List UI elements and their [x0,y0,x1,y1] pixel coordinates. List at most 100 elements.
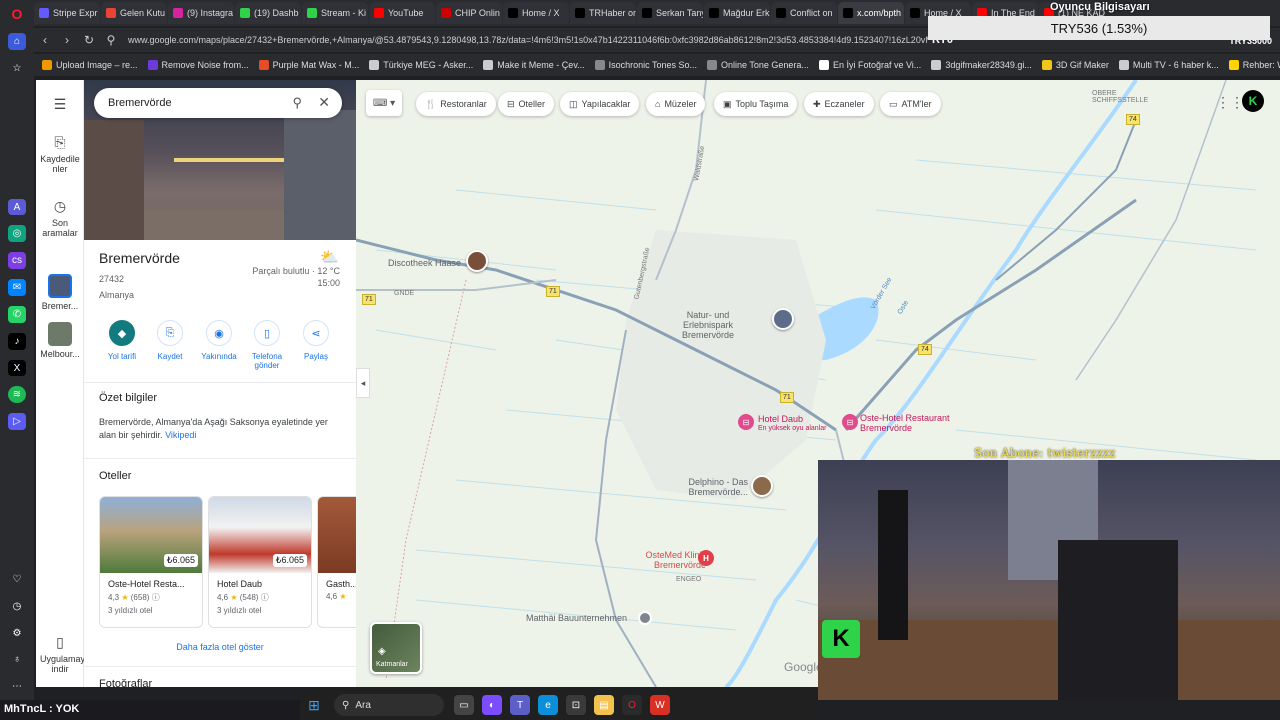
browser-tab[interactable]: Gelen Kutu [101,2,167,24]
windows-start-icon[interactable]: ⊞ [304,695,324,715]
whatsapp-icon[interactable]: ✆ [8,305,26,323]
teams-icon[interactable]: T [510,695,530,715]
bookmark-item[interactable]: Make it Meme - Çev... [483,60,585,70]
home-icon[interactable]: ⌂ [8,32,26,50]
history-icon[interactable]: ◷ [8,598,26,615]
browser-tab[interactable]: (9) Instagra [168,2,234,24]
hotel-card[interactable]: ₺6.065 Hotel Daub 4,6 ★ (548) ⓘ 3 yıldız… [208,496,312,628]
taskbar-search[interactable]: ⚲ Ara [334,694,444,716]
send-to-phone-button[interactable]: ▯ Telefona gönder [242,320,292,370]
bookmark-item[interactable]: 3dgifmaker28349.gi... [931,60,1032,70]
share-button[interactable]: ⋖ Paylaş [291,320,341,361]
hospital-pin-icon[interactable]: H [698,550,714,566]
address-input[interactable]: www.google.com/maps/place/27432+Bremervö… [128,35,928,45]
nearby-button[interactable]: ◉ Yakınında [194,320,244,361]
chip-things-to-do[interactable]: ◫ Yapılacaklar [560,92,640,116]
browser-tab[interactable]: Home / X [503,2,569,24]
bookmark-item[interactable]: Remove Noise from... [147,60,249,70]
label-discotheek[interactable]: Discotheek Haase [388,258,461,268]
chatgpt-icon[interactable]: ◎ [8,225,26,243]
chip-restaurants[interactable]: 🍴 Restoranlar [416,92,496,116]
browser-tab[interactable]: CHIP Onlin [436,2,502,24]
browser-tab[interactable]: Serkan Tany [637,2,703,24]
layers-button[interactable]: ◈ Katmanlar [370,622,422,674]
opera-icon[interactable]: O [622,695,642,715]
x-icon[interactable]: X [8,359,26,377]
opera-logo-icon[interactable]: O [8,6,26,23]
saved-button[interactable]: ⎘ Kaydedilenler [36,134,84,174]
reload-icon[interactable]: ↻ [78,30,100,50]
settings-icon[interactable]: ⚙ [8,625,26,642]
bookmark-item[interactable]: Upload Image – re... [42,60,138,70]
wikipedia-link[interactable]: Vikipedi [165,430,196,440]
label-ostemed-clinic[interactable]: OsteMed Klinik Bremervörde [626,550,706,570]
more-icon[interactable]: ⋯ [8,678,26,695]
search-box[interactable]: Bremervörde ⚲ ✕ [94,88,342,118]
heart-icon[interactable]: ♡ [8,571,26,588]
browser-tab[interactable]: Mağdur Erk [704,2,770,24]
task-view-icon[interactable]: ▭ [454,695,474,715]
forward-icon[interactable]: › [56,30,78,50]
label-oste-hotel[interactable]: Oste-Hotel Restaurant Bremervörde [860,413,956,433]
label-delphino[interactable]: Delphino - Das Bremervörde... [676,477,748,497]
chip-pharmacies[interactable]: ✚ Eczaneler [804,92,874,116]
browser-tab[interactable]: Stripe Expr [34,2,100,24]
player-icon[interactable]: ▷ [8,413,26,431]
hotel-pin-icon[interactable]: ⊟ [738,414,754,430]
spotify-icon[interactable]: ≋ [8,386,26,404]
label-natur-park[interactable]: Natur- und Erlebnispark Bremervörde [668,310,748,340]
bookmark-item[interactable]: En İyi Fotoğraf ve Vi... [818,60,921,70]
tiktok-icon[interactable]: ♪ [8,332,26,350]
hotel-card[interactable]: ₺6.065 Oste-Hotel Resta... 4,3 ★ (658) ⓘ… [99,496,203,628]
cs-icon[interactable]: cs [8,252,26,270]
hotel-pin-icon[interactable]: ⊟ [842,414,858,430]
recent-place-melbourne[interactable]: Melbour... [36,322,84,359]
bookmark-item[interactable]: Türkiye MEG - Asker... [369,60,473,70]
explorer-icon[interactable]: ▤ [594,695,614,715]
store-icon[interactable]: ⊡ [566,695,586,715]
more-hotels-link[interactable]: Daha fazla otel göster [84,642,356,652]
bookmark-item[interactable]: Isochronic Tones So... [594,60,697,70]
photo-pin[interactable] [751,475,773,497]
menu-icon[interactable]: ☰ [36,96,84,116]
chip-atms[interactable]: ▭ ATM'ler [880,92,941,116]
back-icon[interactable]: ‹ [34,30,56,50]
recent-button[interactable]: ◷ Son aramalar [36,198,84,238]
browser-tab[interactable]: Stream - Ki [302,2,368,24]
account-avatar[interactable]: K [1242,90,1264,112]
star-icon[interactable]: ☆ [8,60,26,77]
browser-tab[interactable]: Conflict on [771,2,837,24]
label-matthai[interactable]: Matthäi Bauunternehmen [526,613,627,623]
install-app-button[interactable]: ▯ Uygulamayı indir [36,634,88,674]
chip-hotels[interactable]: ⊟ Oteller [498,92,555,116]
search-icon[interactable]: ⚲ [292,95,302,111]
messenger-icon[interactable]: ✉ [8,279,26,296]
browser-tab[interactable]: (19) Dashb [235,2,301,24]
label-hotel-daub[interactable]: Hotel Daub [758,414,803,424]
info-icon[interactable]: ⓘ [261,593,269,602]
search-input[interactable]: Bremervörde [108,97,172,109]
edge-icon[interactable]: e [538,695,558,715]
bookmark-item[interactable]: 3D Gif Maker [1041,60,1109,70]
photo-pin[interactable] [466,250,488,272]
copilot-icon[interactable]: ◐ [482,695,502,715]
bookmark-item[interactable]: Online Tone Genera... [707,60,809,70]
tips-icon[interactable]: ♁ [8,651,26,668]
close-icon[interactable]: ✕ [318,94,330,111]
browser-tab-active[interactable]: x.com/bpth [838,2,904,24]
browser-tab[interactable]: YouTube [369,2,435,24]
photo-pin[interactable] [772,308,794,330]
bookmark-item[interactable]: Multi TV - 6 haber k... [1118,60,1219,70]
keyboard-icon[interactable]: ⌨ ▾ [366,90,402,116]
browser-tab[interactable]: TRHaber on [570,2,636,24]
bookmark-item[interactable]: Rehber: Windows 1... [1228,60,1280,70]
recent-place-bremervorde[interactable]: Bremer... [36,274,84,311]
google-apps-icon[interactable]: ⋮⋮ [1216,94,1244,111]
chip-museums[interactable]: ⌂ Müzeler [646,92,706,116]
info-icon[interactable]: ⓘ [152,593,160,602]
hotel-card[interactable]: Gasth... 4,6 ★ [317,496,356,628]
aria-icon[interactable]: A [8,198,26,216]
business-pin-icon[interactable] [638,611,652,625]
site-info-icon[interactable]: ⚲ [100,30,122,50]
directions-button[interactable]: ◆ Yol tarifi [97,320,147,361]
